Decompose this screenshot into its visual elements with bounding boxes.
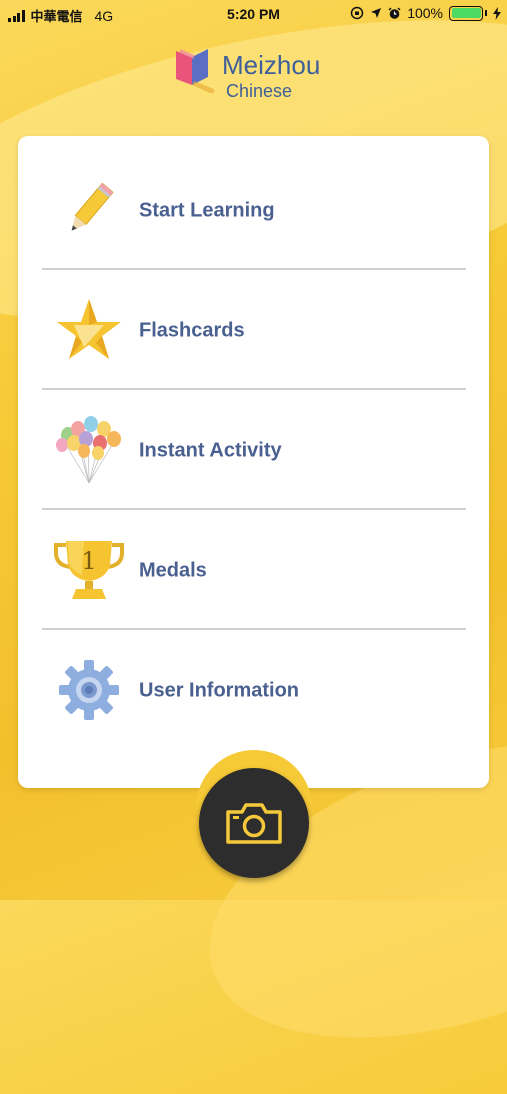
star-icon bbox=[57, 299, 121, 359]
menu-item-user-information[interactable]: User Information bbox=[18, 631, 489, 751]
balloons-icon bbox=[56, 416, 121, 484]
divider bbox=[42, 268, 466, 270]
menu-item-flashcards[interactable]: Flashcards bbox=[18, 271, 489, 391]
menu-label-medals: Medals bbox=[139, 559, 207, 582]
menu-label-flashcards: Flashcards bbox=[139, 319, 245, 342]
menu-item-instant-activity[interactable]: Instant Activity bbox=[18, 391, 489, 511]
camera-icon bbox=[226, 803, 282, 844]
book-logo-icon bbox=[176, 49, 214, 93]
menu-label-user-information: User Information bbox=[139, 679, 300, 702]
alarm-icon bbox=[388, 6, 401, 19]
divider bbox=[42, 388, 466, 390]
logo-name: Meizhou bbox=[222, 50, 321, 80]
battery-tip bbox=[485, 10, 487, 16]
trophy-icon: 1 bbox=[54, 541, 124, 599]
divider bbox=[42, 628, 466, 630]
status-bar: 中華電信 4G 5:20 PM 100% bbox=[0, 0, 507, 28]
charging-icon bbox=[493, 6, 501, 20]
menu-label-instant-activity: Instant Activity bbox=[139, 439, 282, 462]
svg-text:1: 1 bbox=[81, 547, 96, 575]
battery-percent: 100% bbox=[407, 5, 443, 21]
location-arrow-icon bbox=[371, 8, 382, 18]
logo-subtitle: Chinese bbox=[226, 81, 293, 101]
menu-item-medals[interactable]: 1 Medals bbox=[18, 511, 489, 631]
camera-button[interactable] bbox=[199, 768, 309, 878]
divider bbox=[42, 508, 466, 510]
orientation-lock-icon bbox=[350, 6, 364, 20]
menu-item-start-learning[interactable]: Start Learning bbox=[18, 151, 489, 271]
main-menu: Start Learning Flashcards Instant Activi… bbox=[18, 136, 489, 788]
gear-icon bbox=[59, 660, 119, 720]
pencil-icon bbox=[71, 182, 114, 231]
battery-icon bbox=[449, 5, 483, 21]
menu-label-start-learning: Start Learning bbox=[139, 199, 275, 222]
status-right: 100% bbox=[350, 5, 501, 21]
app-logo: Meizhou Chinese bbox=[170, 40, 350, 105]
